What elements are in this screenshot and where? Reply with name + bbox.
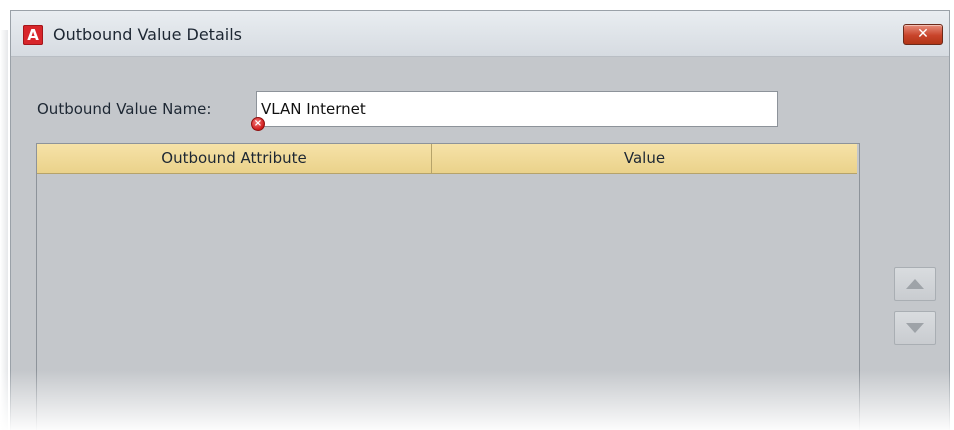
- grid-body[interactable]: [37, 174, 859, 430]
- outbound-attributes-grid: Outbound Attribute Value: [36, 143, 860, 430]
- close-button[interactable]: ✕: [903, 24, 943, 45]
- triangle-up-icon: [906, 279, 924, 289]
- outbound-value-details-dialog: A Outbound Value Details ✕ Outbound Valu…: [10, 10, 950, 430]
- triangle-down-icon: [906, 323, 924, 333]
- left-edge-shadow: [0, 30, 8, 430]
- column-header-outbound-attribute[interactable]: Outbound Attribute: [37, 144, 432, 174]
- move-up-button[interactable]: [894, 267, 936, 301]
- column-header-value[interactable]: Value: [432, 144, 857, 174]
- app-logo-icon: A: [23, 25, 43, 45]
- close-icon: ✕: [917, 26, 929, 42]
- grid-header: Outbound Attribute Value: [37, 144, 859, 174]
- move-down-button[interactable]: [894, 311, 936, 345]
- outbound-value-name-input[interactable]: [256, 91, 778, 127]
- dialog-title: Outbound Value Details: [53, 25, 242, 44]
- outbound-value-name-label: Outbound Value Name:: [37, 100, 212, 118]
- title-bar: A Outbound Value Details ✕: [11, 11, 949, 57]
- error-icon: ×: [251, 117, 265, 131]
